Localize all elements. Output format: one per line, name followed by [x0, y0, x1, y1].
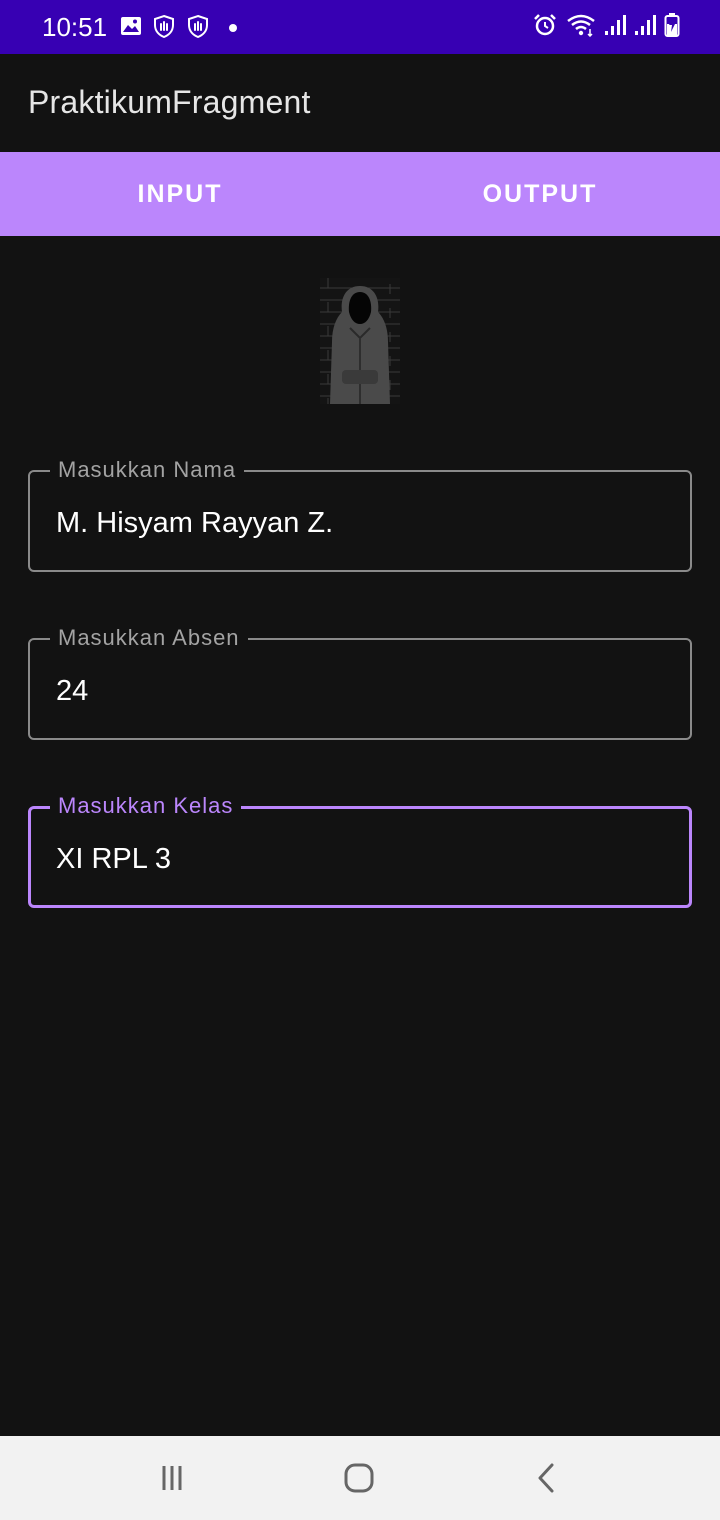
status-system-icons: [532, 12, 680, 43]
absen-field-label: Masukkan Absen: [50, 624, 248, 652]
signal-icon: [604, 13, 626, 42]
app-title: PraktikumFragment: [28, 84, 311, 120]
signal-icon: [634, 13, 656, 42]
absen-field-value[interactable]: 24: [56, 674, 88, 708]
name-field[interactable]: Masukkan Nama M. Hisyam Rayyan Z.: [28, 456, 692, 572]
name-field-label: Masukkan Nama: [50, 456, 245, 484]
profile-image: [320, 278, 400, 404]
image-icon: [120, 15, 142, 42]
hand-shield-icon: [186, 14, 210, 43]
absen-field[interactable]: Masukkan Absen 24: [28, 624, 692, 740]
home-icon[interactable]: [339, 1458, 379, 1498]
recent-apps-icon[interactable]: [152, 1458, 192, 1498]
status-bar: 10:51: [0, 0, 720, 54]
status-notification-icons: [120, 14, 238, 43]
dot-icon: [228, 20, 238, 38]
alarm-icon: [532, 12, 558, 43]
back-icon[interactable]: [526, 1458, 566, 1498]
hand-shield-icon: [152, 14, 176, 43]
name-field-value[interactable]: M. Hisyam Rayyan Z.: [56, 506, 333, 540]
navigation-bar: [0, 1436, 720, 1520]
tab-output[interactable]: OUTPUT: [360, 152, 720, 236]
kelas-field-label: Masukkan Kelas: [50, 792, 242, 820]
kelas-field[interactable]: Masukkan Kelas XI RPL 3: [28, 792, 692, 908]
battery-charging-icon: [664, 12, 680, 43]
tab-input[interactable]: INPUT: [0, 152, 360, 236]
kelas-field-value[interactable]: XI RPL 3: [56, 842, 171, 876]
wifi-icon: [566, 13, 596, 42]
status-time: 10:51: [42, 12, 108, 42]
tab-bar: INPUT OUTPUT: [0, 152, 720, 236]
app-bar: PraktikumFragment: [0, 54, 720, 152]
